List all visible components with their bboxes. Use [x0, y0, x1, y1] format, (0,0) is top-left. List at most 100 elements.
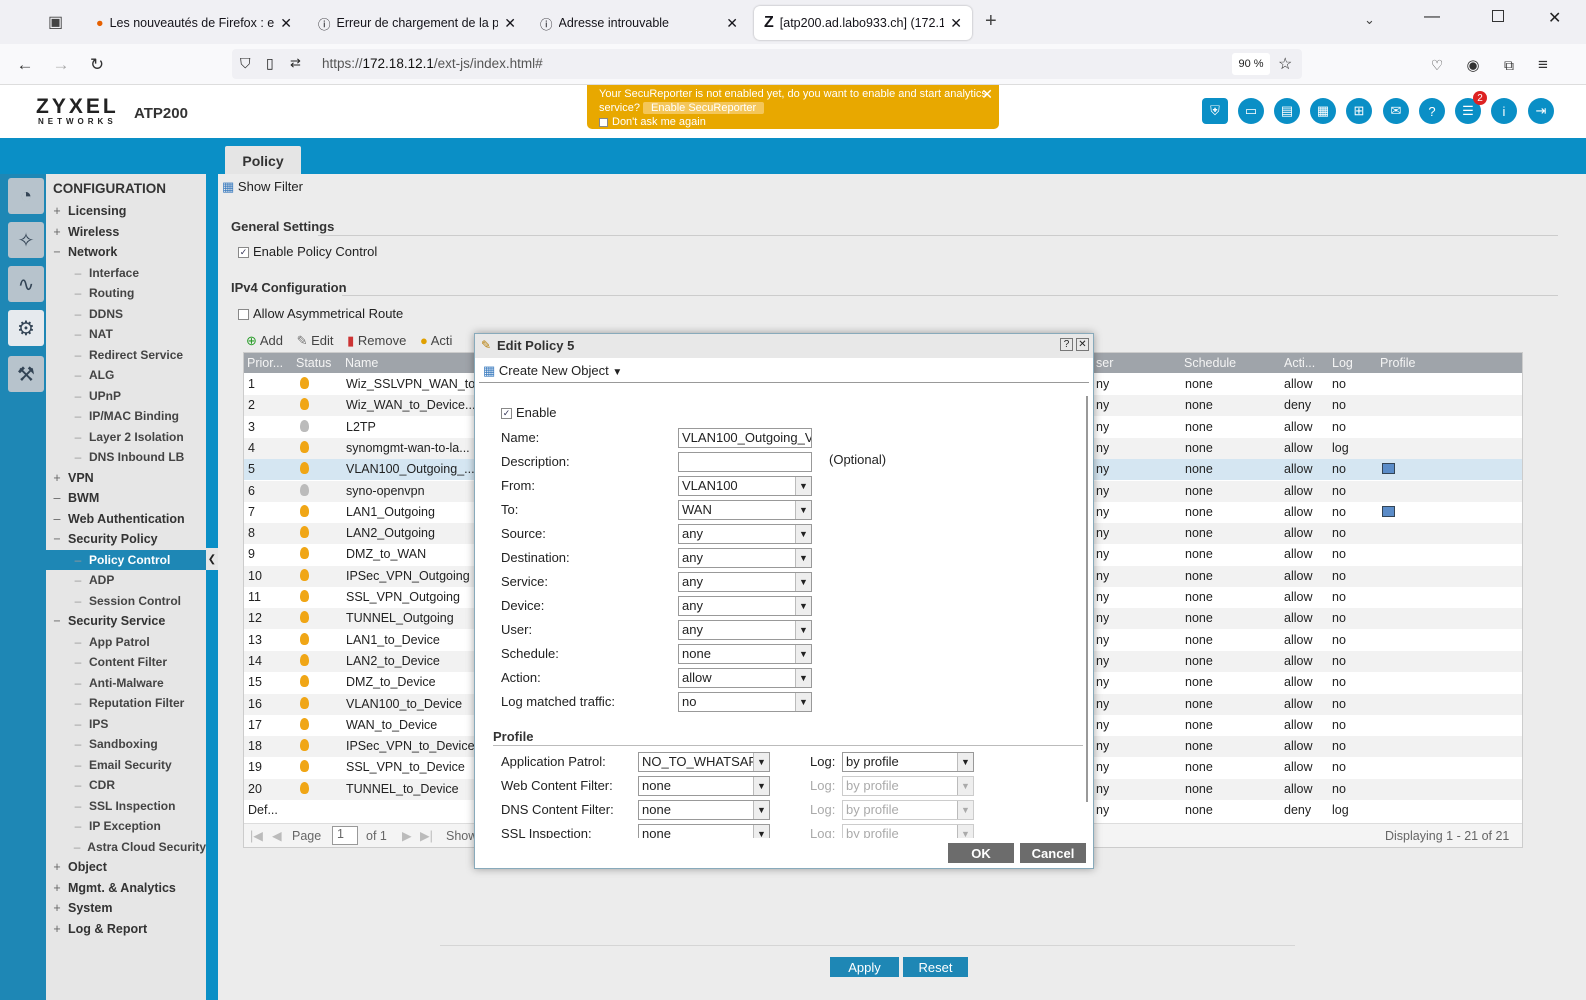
dropdown-arrow-icon[interactable]: ▼	[795, 477, 811, 495]
enable-checkbox[interactable]: ✓	[501, 408, 512, 420]
enable-policy-control[interactable]: ✓ Enable Policy Control	[238, 244, 377, 259]
active-bulb-icon[interactable]	[300, 547, 309, 560]
active-bulb-icon[interactable]	[300, 653, 309, 666]
field-select[interactable]: any ▼	[678, 548, 812, 568]
field-select[interactable]: VLAN100 ▼	[678, 476, 812, 496]
first-page-icon[interactable]: |◀	[250, 828, 263, 843]
sidebar-item[interactable]: + Licensing	[46, 201, 206, 221]
active-bulb-icon[interactable]	[300, 568, 309, 581]
inactive-bulb-icon[interactable]	[300, 419, 309, 432]
sidebar-item[interactable]: – Redirect Service	[46, 345, 206, 365]
sidebar-item[interactable]: – Anti-Malware	[46, 673, 206, 693]
close-window-icon[interactable]: ✕	[1548, 8, 1561, 28]
maintenance-icon[interactable]: ⚒	[8, 356, 44, 392]
sidebar-item[interactable]: – ADP	[46, 570, 206, 590]
dropdown-arrow-icon[interactable]: ▼	[795, 549, 811, 567]
sidebar-item[interactable]: – IP Exception	[46, 816, 206, 836]
account-icon[interactable]: ◉	[1460, 52, 1486, 78]
dropdown-arrow-icon[interactable]: ▼	[795, 669, 811, 687]
field-select[interactable]: none ▼	[678, 644, 812, 664]
sidebar-item[interactable]: – Email Security	[46, 755, 206, 775]
collapse-sidebar-icon[interactable]: ❮	[206, 548, 218, 570]
field-select[interactable]: any ▼	[678, 524, 812, 544]
pocket-icon[interactable]: ♡	[1424, 52, 1450, 78]
menu-icon[interactable]: ≡	[1530, 52, 1556, 78]
cancel-button[interactable]: Cancel	[1020, 843, 1086, 863]
active-bulb-icon[interactable]	[300, 462, 309, 475]
sidebar-item[interactable]: – Content Filter	[46, 652, 206, 672]
profile-log-select[interactable]: by profile ▼	[842, 752, 974, 772]
dialog-close-icon[interactable]: ✕	[1076, 338, 1089, 351]
sidebar-item[interactable]: − Network	[46, 242, 206, 262]
sidebar-item[interactable]: – UPnP	[46, 386, 206, 406]
sidebar-item[interactable]: – IPS	[46, 714, 206, 734]
dashboard-icon[interactable]: ◔	[8, 178, 44, 214]
dropdown-arrow-icon[interactable]: ▼	[753, 801, 769, 819]
sidebar-item[interactable]: – Sandboxing	[46, 734, 206, 754]
col-status[interactable]: Status	[296, 356, 331, 370]
col-schedule[interactable]: Schedule	[1184, 356, 1236, 370]
enable-secureporter-button[interactable]: Enable SecuReporter	[643, 102, 765, 114]
tree-toggle-icon[interactable]: −	[46, 532, 68, 546]
enable-row[interactable]: ✓ Enable	[501, 405, 556, 420]
profile-select[interactable]: none ▼	[638, 776, 770, 796]
sidebar-item[interactable]: – App Patrol	[46, 632, 206, 652]
sidebar-item[interactable]: – Routing	[46, 283, 206, 303]
allow-asym-checkbox[interactable]	[238, 309, 249, 321]
field-select[interactable]: any ▼	[678, 620, 812, 640]
inactive-bulb-icon[interactable]	[300, 483, 309, 496]
active-bulb-icon[interactable]	[300, 440, 309, 453]
extensions-icon[interactable]: ⧉	[1496, 52, 1522, 78]
active-bulb-icon[interactable]	[300, 504, 309, 517]
tree-toggle-icon[interactable]: −	[46, 614, 68, 628]
allow-asym-route[interactable]: Allow Asymmetrical Route	[238, 306, 403, 321]
help-icon[interactable]: ?	[1419, 98, 1445, 124]
sidebar-item[interactable]: – BWM	[46, 488, 206, 508]
profile-select[interactable]: none ▼	[638, 800, 770, 820]
browser-tab-3[interactable]: ⓘ Adresse introuvable ✕	[530, 6, 748, 40]
active-bulb-icon[interactable]	[300, 781, 309, 794]
last-page-icon[interactable]: ▶|	[420, 828, 433, 843]
enable-policy-checkbox[interactable]: ✓	[238, 247, 249, 259]
sidebar-item[interactable]: – NAT	[46, 324, 206, 344]
field-select[interactable]: no ▼	[678, 692, 812, 712]
zoom-level[interactable]: 90 %	[1232, 53, 1270, 75]
dropdown-arrow-icon[interactable]: ▼	[795, 693, 811, 711]
ok-button[interactable]: OK	[948, 843, 1014, 863]
dropdown-arrow-icon[interactable]: ▼	[795, 525, 811, 543]
sidebar-item[interactable]: – DDNS	[46, 304, 206, 324]
dropdown-arrow-icon[interactable]: ▼	[753, 777, 769, 795]
sidebar-splitter[interactable]	[206, 174, 218, 1000]
active-bulb-icon[interactable]	[300, 526, 309, 539]
sidebar-item[interactable]: – IP/MAC Binding	[46, 406, 206, 426]
tree-toggle-icon[interactable]: −	[46, 245, 68, 259]
active-bulb-icon[interactable]	[300, 760, 309, 773]
url-bar[interactable]: ⛉ ▯ ⇄ https://172.18.12.1/ext-js/index.h…	[232, 49, 1302, 79]
reload-icon[interactable]: ↻	[84, 52, 110, 78]
prev-page-icon[interactable]: ◀	[272, 828, 282, 843]
field-select[interactable]: allow ▼	[678, 668, 812, 688]
cli-icon[interactable]: ▤	[1274, 98, 1300, 124]
apply-button[interactable]: Apply	[830, 957, 899, 977]
back-icon[interactable]: ←	[12, 52, 38, 78]
active-bulb-icon[interactable]	[300, 377, 309, 389]
dialog-help-icon[interactable]: ?	[1060, 338, 1073, 351]
close-notice-icon[interactable]: ✕	[981, 87, 993, 101]
tree-toggle-icon[interactable]: +	[46, 922, 68, 936]
field-input[interactable]	[678, 452, 812, 472]
profile-select[interactable]: NO_TO_WHATSAPP ▼	[638, 752, 770, 772]
active-bulb-icon[interactable]	[300, 739, 309, 752]
sidebar-item[interactable]: – Web Authentication	[46, 509, 206, 529]
col-user[interactable]: ser	[1096, 356, 1113, 370]
sidebar-item[interactable]: – Astra Cloud Security	[46, 837, 206, 857]
sidebar-item[interactable]: – Reputation Filter	[46, 693, 206, 713]
edit-button[interactable]: ✎ Edit	[297, 333, 334, 348]
col-name[interactable]: Name	[345, 356, 378, 370]
sidebar-item[interactable]: – Session Control	[46, 591, 206, 611]
sidebar-item[interactable]: + VPN	[46, 468, 206, 488]
security-shield-icon[interactable]: ⛨	[1202, 98, 1228, 124]
field-input[interactable]: VLAN100_Outgoing_V	[678, 428, 812, 448]
next-page-icon[interactable]: ▶	[402, 828, 412, 843]
dropdown-arrow-icon[interactable]: ▼	[753, 753, 769, 771]
sidebar-item[interactable]: + Log & Report	[46, 919, 206, 939]
